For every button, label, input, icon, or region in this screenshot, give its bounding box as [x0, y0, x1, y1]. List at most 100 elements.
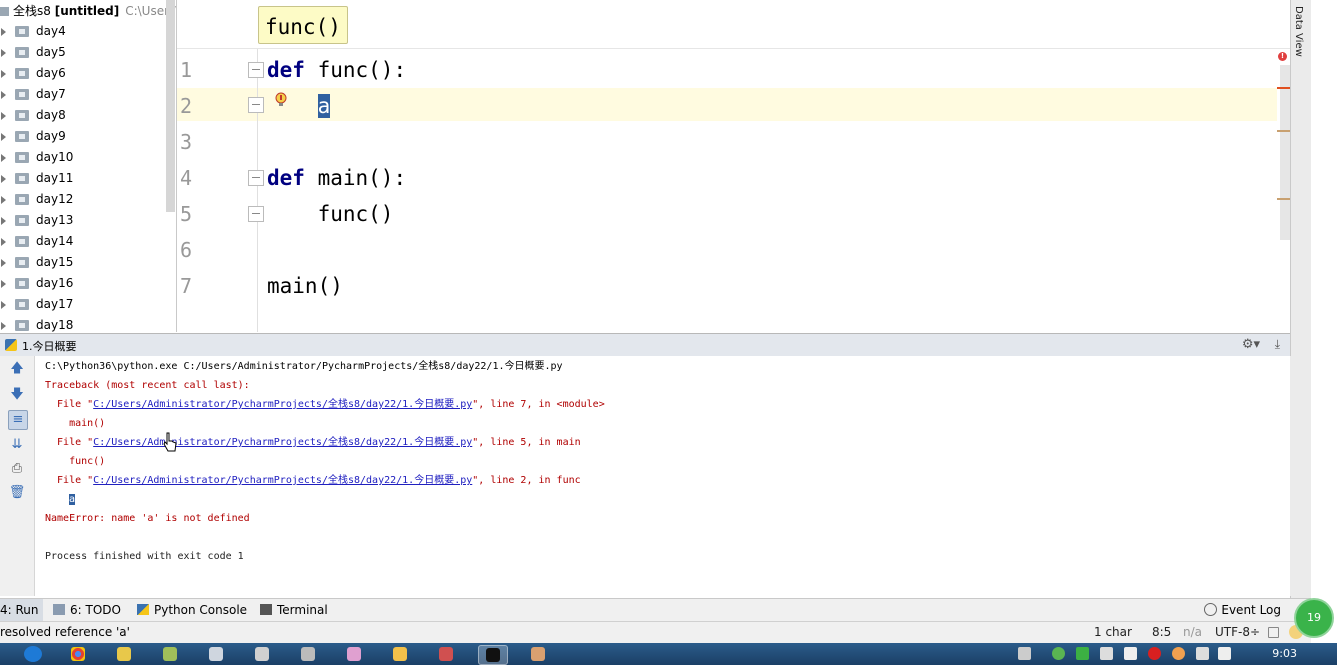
project-root[interactable]: 全栈s8 [untitled] C:\Users\ — [0, 2, 176, 20]
warning-stripe-mark[interactable] — [1277, 130, 1290, 132]
tree-folder-item[interactable]: day16 — [0, 273, 73, 294]
scroll-to-end-icon[interactable]: ⇊ — [8, 436, 26, 454]
taskbar-app[interactable] — [294, 645, 322, 663]
error-stripe-mark[interactable] — [1277, 87, 1290, 89]
file-link[interactable]: C:/Users/Administrator/PycharmProjects/全… — [93, 437, 472, 448]
tree-scrollbar[interactable] — [166, 0, 175, 212]
taskbar-app[interactable] — [202, 645, 230, 663]
tree-folder-item[interactable]: day18 — [0, 315, 73, 332]
pycharm-task[interactable] — [478, 645, 508, 665]
expand-arrow-icon[interactable] — [1, 279, 6, 288]
tab-todo[interactable]: 6: TODO — [53, 603, 121, 617]
taskbar-app[interactable] — [432, 645, 460, 663]
fold-icon[interactable] — [248, 62, 264, 78]
tray-icon[interactable] — [1076, 647, 1089, 660]
taskbar-app[interactable] — [110, 645, 138, 663]
hide-panel-icon[interactable]: ⤓ — [1275, 337, 1280, 352]
code-line[interactable]: def func(): — [267, 52, 406, 88]
tree-folder-item[interactable]: day12 — [0, 189, 73, 210]
tree-folder-item[interactable]: day6 — [0, 63, 66, 84]
start-button-icon[interactable] — [24, 646, 42, 662]
data-view-label[interactable]: Data View — [1293, 6, 1304, 57]
file-link[interactable]: C:/Users/Administrator/PycharmProjects/全… — [93, 475, 472, 486]
taskbar-app[interactable] — [340, 645, 368, 663]
network-icon[interactable] — [1196, 647, 1209, 660]
expand-arrow-icon[interactable] — [1, 90, 6, 99]
tray-icon[interactable] — [1100, 647, 1113, 660]
tab-python-console-label[interactable]: Python Console — [154, 603, 247, 617]
fold-icon[interactable] — [248, 170, 264, 186]
tab-run[interactable]: 4: Run — [0, 599, 43, 621]
selected-text[interactable]: a — [69, 494, 76, 505]
expand-arrow-icon[interactable] — [1, 27, 6, 36]
expand-arrow-icon[interactable] — [1, 48, 6, 57]
tab-terminal[interactable]: Terminal — [260, 603, 328, 617]
tree-folder-item[interactable]: day10 — [0, 147, 73, 168]
expand-arrow-icon[interactable] — [1, 174, 6, 183]
warning-stripe-mark[interactable] — [1277, 198, 1290, 200]
print-icon[interactable]: ⎙ — [8, 460, 26, 478]
tree-folder-item[interactable]: day11 — [0, 168, 73, 189]
selected-text[interactable]: a — [317, 94, 331, 118]
taskbar-app[interactable] — [248, 645, 276, 663]
trash-icon[interactable]: 🗑 — [8, 484, 26, 502]
soft-wrap-icon[interactable]: ≡ — [8, 410, 28, 430]
editor-scrollbar[interactable] — [1280, 65, 1290, 240]
tab-run-label[interactable]: 4: Run — [0, 603, 39, 617]
file-link[interactable]: C:/Users/Administrator/PycharmProjects/全… — [93, 399, 472, 410]
code-line[interactable]: main() — [267, 268, 343, 304]
code-line[interactable]: def main(): — [267, 160, 406, 196]
tab-terminal-label[interactable]: Terminal — [277, 603, 328, 617]
keyboard-icon[interactable] — [1018, 647, 1031, 660]
down-arrow-icon[interactable]: 🡇 — [8, 386, 26, 404]
event-log-label[interactable]: Event Log — [1221, 603, 1281, 617]
tree-folder-item[interactable]: day4 — [0, 21, 66, 42]
tab-python-console[interactable]: Python Console — [137, 603, 247, 617]
expand-arrow-icon[interactable] — [1, 321, 6, 330]
error-indicator-icon[interactable]: ! — [1278, 52, 1287, 61]
fold-icon[interactable] — [248, 97, 264, 113]
status-line-separator[interactable]: n/a — [1183, 625, 1202, 639]
expand-arrow-icon[interactable] — [1, 216, 6, 225]
run-tab-title[interactable]: 1.今日概要 — [22, 338, 77, 354]
expand-arrow-icon[interactable] — [1, 300, 6, 309]
tree-folder-item[interactable]: day15 — [0, 252, 73, 273]
expand-arrow-icon[interactable] — [1, 132, 6, 141]
expand-arrow-icon[interactable] — [1, 153, 6, 162]
up-arrow-icon[interactable]: 🡅 — [8, 360, 26, 378]
chrome-task[interactable] — [64, 645, 92, 663]
volume-icon[interactable] — [1218, 647, 1231, 660]
tray-icon[interactable] — [1124, 647, 1137, 660]
gear-icon[interactable]: ⚙▾ — [1242, 337, 1260, 352]
taskbar-app[interactable] — [386, 645, 414, 663]
expand-arrow-icon[interactable] — [1, 258, 6, 267]
taskbar-app[interactable] — [524, 645, 552, 663]
expand-arrow-icon[interactable] — [1, 69, 6, 78]
event-log-button[interactable]: Event Log — [1204, 603, 1281, 617]
tree-folder-item[interactable]: day8 — [0, 105, 66, 126]
code-line[interactable]: func() — [267, 196, 394, 232]
clock[interactable]: 9:03 — [1272, 647, 1297, 660]
folder-icon — [15, 68, 29, 79]
fold-icon[interactable] — [248, 206, 264, 222]
tree-folder-item[interactable]: day7 — [0, 84, 66, 105]
tree-folder-item[interactable]: day9 — [0, 126, 66, 147]
tree-folder-item[interactable]: day14 — [0, 231, 73, 252]
tray-icon[interactable] — [1172, 647, 1185, 660]
record-icon[interactable] — [1148, 647, 1161, 660]
expand-arrow-icon[interactable] — [1, 195, 6, 204]
tree-folder-item[interactable]: day13 — [0, 210, 73, 231]
tree-folder-item[interactable]: day17 — [0, 294, 73, 315]
status-encoding[interactable]: UTF-8÷ — [1215, 625, 1260, 639]
status-position[interactable]: 8:5 — [1152, 625, 1171, 639]
tree-folder-item[interactable]: day5 — [0, 42, 66, 63]
taskbar-app[interactable] — [156, 645, 184, 663]
lightbulb-icon[interactable] — [275, 92, 287, 108]
tray-icon[interactable] — [1052, 647, 1065, 660]
notification-badge[interactable]: 19 — [1294, 598, 1334, 638]
expand-arrow-icon[interactable] — [1, 111, 6, 120]
expand-arrow-icon[interactable] — [1, 237, 6, 246]
tab-todo-label[interactable]: 6: TODO — [70, 603, 121, 617]
lock-icon[interactable] — [1268, 627, 1279, 638]
run-console[interactable]: C:\Python36\python.exe C:/Users/Administ… — [35, 356, 1290, 596]
